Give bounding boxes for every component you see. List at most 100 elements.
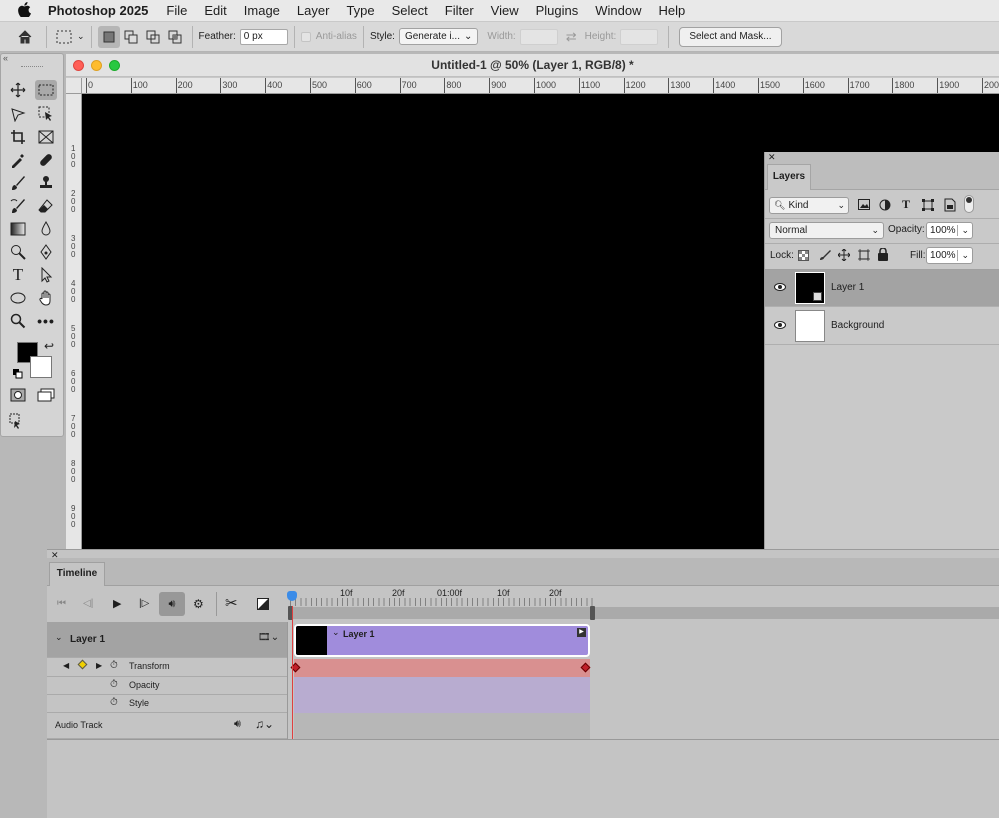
keyframe-diamond-icon[interactable] — [580, 662, 591, 673]
playhead-icon[interactable] — [287, 591, 297, 601]
video-clip[interactable]: ⌄ Layer 1 ▶ — [294, 624, 590, 657]
chevron-down-icon[interactable]: ⌄ — [957, 250, 972, 261]
history-brush-tool-icon[interactable] — [7, 196, 29, 216]
menu-image[interactable]: Image — [244, 3, 280, 18]
layer-filter-select[interactable]: 🔍︎ Kind ⌄ — [769, 197, 849, 214]
filter-shape-icon[interactable] — [922, 199, 934, 214]
filter-pixel-icon[interactable] — [858, 199, 870, 213]
select-and-mask-button[interactable]: Select and Mask... — [679, 26, 782, 47]
more-tools-icon[interactable]: ••• — [35, 311, 57, 331]
opacity-input[interactable]: 100% ⌄ — [926, 222, 973, 239]
eraser-tool-icon[interactable] — [35, 196, 57, 216]
type-tool-icon[interactable]: T — [7, 265, 29, 285]
path-select-tool-icon[interactable] — [35, 265, 57, 285]
menu-edit[interactable]: Edit — [204, 3, 226, 18]
chevron-down-icon[interactable]: ⌄ — [77, 31, 85, 42]
pen-tool-icon[interactable] — [35, 242, 57, 262]
clone-stamp-tool-icon[interactable] — [35, 173, 57, 193]
home-icon[interactable] — [14, 26, 36, 48]
layer-row[interactable]: Layer 1 — [765, 270, 999, 307]
app-menu[interactable]: Photoshop 2025 — [48, 3, 148, 18]
keyframe-diamond-icon[interactable] — [77, 659, 88, 670]
zoom-tool-icon[interactable] — [7, 311, 29, 331]
filter-toggle[interactable] — [964, 195, 974, 213]
play-icon[interactable]: ▶ — [113, 597, 121, 610]
chevron-down-icon[interactable]: ⌄ — [55, 632, 63, 643]
marquee-tool-icon[interactable] — [35, 80, 57, 100]
time-ruler[interactable]: 10f 20f 01:00f 10f 20f — [287, 586, 999, 620]
menu-select[interactable]: Select — [392, 3, 428, 18]
lock-artboard-icon[interactable] — [858, 249, 870, 264]
chevron-down-icon[interactable]: ⌄ — [332, 627, 340, 638]
lasso-tool-icon[interactable] — [7, 104, 29, 124]
stopwatch-icon[interactable]: ⏱︎ — [110, 697, 118, 708]
work-area-bar[interactable] — [290, 607, 999, 619]
layer-name[interactable]: Layer 1 — [831, 282, 864, 293]
visibility-eye-icon[interactable] — [774, 320, 786, 332]
speaker-icon[interactable]: 🔊︎ — [234, 718, 241, 731]
menu-window[interactable]: Window — [595, 3, 641, 18]
subtract-selection-icon[interactable] — [142, 26, 164, 48]
filter-type-icon[interactable]: T — [902, 197, 910, 212]
next-keyframe-icon[interactable]: ▶ — [96, 661, 102, 670]
transform-keyframe-track[interactable] — [290, 659, 591, 677]
close-window-icon[interactable] — [73, 60, 84, 71]
first-frame-icon[interactable]: ⏮ — [57, 598, 66, 609]
stopwatch-icon[interactable]: ⏱︎ — [110, 679, 118, 690]
menu-file[interactable]: File — [166, 3, 187, 18]
layer-row[interactable]: Background — [765, 308, 999, 345]
lock-transparent-icon[interactable] — [798, 250, 809, 264]
close-panel-icon[interactable]: ✕ — [768, 152, 776, 163]
lock-pixels-icon[interactable] — [819, 249, 831, 264]
default-colors-icon[interactable] — [13, 369, 23, 382]
swap-colors-icon[interactable]: ↩ — [44, 339, 54, 353]
blend-mode-select[interactable]: Normal ⌄ — [769, 222, 884, 239]
menu-filter[interactable]: Filter — [445, 3, 474, 18]
work-area-end-handle[interactable] — [590, 606, 595, 620]
lock-position-icon[interactable] — [837, 248, 851, 264]
move-tool-icon[interactable] — [7, 80, 29, 100]
clip-menu-icon[interactable]: ▶ — [577, 628, 586, 637]
intersect-selection-icon[interactable] — [164, 26, 186, 48]
ruler-origin[interactable] — [66, 78, 82, 94]
property-tracks-area[interactable] — [294, 677, 590, 713]
music-note-icon[interactable]: ♫⌄ — [255, 717, 274, 731]
add-selection-icon[interactable] — [120, 26, 142, 48]
feather-input[interactable]: 0 px — [239, 28, 288, 45]
marquee-preset-icon[interactable] — [53, 26, 75, 48]
style-select[interactable]: Generate i... ⌄ — [398, 28, 479, 45]
blur-tool-icon[interactable] — [35, 219, 57, 239]
gradient-tool-icon[interactable] — [7, 219, 29, 239]
prev-keyframe-icon[interactable]: ◀ — [63, 661, 69, 670]
fill-input[interactable]: 100% ⌄ — [926, 247, 973, 264]
layer-name[interactable]: Background — [831, 320, 884, 331]
audio-track-header[interactable]: Audio Track 🔊︎ ♫⌄ — [47, 713, 287, 739]
audio-toggle-button[interactable]: 🔊︎ — [159, 592, 185, 616]
menu-type[interactable]: Type — [346, 3, 374, 18]
filter-smart-object-icon[interactable] — [944, 198, 956, 215]
object-select-tool-icon[interactable] — [35, 104, 57, 124]
eyedropper-tool-icon[interactable] — [7, 150, 29, 170]
frame-tool-icon[interactable] — [35, 127, 57, 147]
menu-plugins[interactable]: Plugins — [536, 3, 579, 18]
brush-tool-icon[interactable] — [7, 173, 29, 193]
track-header-layer1[interactable]: ⌄ Layer 1 🎞︎⌄ — [47, 622, 287, 658]
next-frame-icon[interactable]: |▷ — [139, 598, 149, 609]
tab-timeline[interactable]: Timeline — [49, 562, 105, 586]
antialias-checkbox[interactable] — [300, 31, 311, 42]
split-scissors-icon[interactable]: ✂ — [225, 594, 238, 612]
lock-all-icon[interactable] — [878, 247, 888, 264]
stopwatch-icon[interactable]: ⏱︎ — [110, 660, 118, 671]
film-strip-icon[interactable]: 🎞︎⌄ — [258, 632, 279, 643]
dodge-tool-icon[interactable] — [7, 242, 29, 262]
healing-brush-tool-icon[interactable] — [35, 150, 57, 170]
settings-gear-icon[interactable]: ⚙ — [193, 597, 204, 611]
menu-layer[interactable]: Layer — [297, 3, 330, 18]
panel-grip[interactable] — [21, 66, 43, 68]
filter-adjustment-icon[interactable] — [879, 199, 891, 214]
edit-toolbar-icon[interactable] — [7, 411, 29, 431]
chevron-down-icon[interactable]: ⌄ — [957, 225, 972, 236]
screen-mode-icon[interactable] — [35, 385, 57, 405]
transition-icon[interactable] — [257, 598, 269, 613]
audio-track-area[interactable] — [294, 713, 590, 739]
